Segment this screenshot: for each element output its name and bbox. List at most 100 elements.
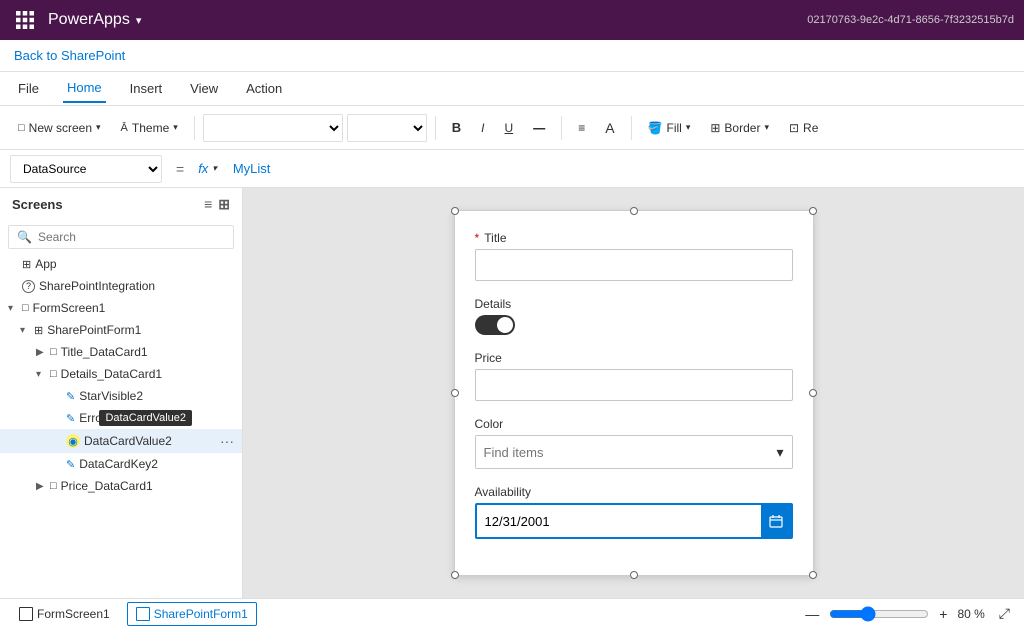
tree-item-formscreen1[interactable]: ▾ □ FormScreen1 xyxy=(0,297,242,319)
price-input[interactable] xyxy=(475,369,793,401)
color-field: Color ▾ xyxy=(475,417,793,469)
tree-item-datacardkey2[interactable]: ✎ DataCardKey2 xyxy=(0,453,242,475)
tree-item-title-datacard1[interactable]: ▶ □ Title_DataCard1 xyxy=(0,341,242,363)
zoom-controls: — + 80 % ⤢ xyxy=(801,603,1014,624)
menu-file[interactable]: File xyxy=(14,75,43,102)
reorder-button[interactable]: ⊡ Re xyxy=(781,112,826,144)
new-screen-icon: □ xyxy=(18,122,25,134)
details-toggle[interactable] xyxy=(475,315,515,335)
menu-view[interactable]: View xyxy=(186,75,222,102)
handle-top-left[interactable] xyxy=(451,207,459,215)
handle-bot-left[interactable] xyxy=(451,571,459,579)
fx-button[interactable]: fx ▾ xyxy=(198,161,217,176)
equals-sign: = xyxy=(170,161,190,177)
tree-item-datacardvalue2[interactable]: ◉ DataCardValue2 ··· xyxy=(0,429,242,453)
new-screen-chevron-icon: ▾ xyxy=(96,122,101,133)
app-name: PowerApps ▾ xyxy=(48,11,141,29)
status-tab-sharepointform1[interactable]: SharePointForm1 xyxy=(127,602,257,626)
divider-4 xyxy=(631,116,632,140)
handle-mid-right[interactable] xyxy=(809,389,817,397)
fill-icon: 🪣 xyxy=(648,121,663,135)
errormessage-icon: ✎ xyxy=(66,412,75,425)
zoom-out-button[interactable]: — xyxy=(801,604,823,624)
search-input[interactable] xyxy=(38,230,225,244)
italic-button[interactable]: I xyxy=(473,112,492,144)
title-field: * Title xyxy=(475,231,793,281)
divider-1 xyxy=(194,116,195,140)
title-datacard1-icon: □ xyxy=(50,346,57,358)
availability-field: Availability xyxy=(475,485,793,539)
formscreen1-chevron-icon[interactable]: ▾ xyxy=(8,303,18,314)
availability-label: Availability xyxy=(475,485,793,499)
menu-bar: File Home Insert View Action xyxy=(0,72,1024,106)
price-datacard1-chevron-icon[interactable]: ▶ xyxy=(36,481,46,492)
form-canvas: * Title Details Price xyxy=(454,210,814,576)
menu-insert[interactable]: Insert xyxy=(126,75,167,102)
datacardkey2-icon: ✎ xyxy=(66,458,75,471)
handle-bot-center[interactable] xyxy=(630,571,638,579)
app-chevron-icon[interactable]: ▾ xyxy=(136,14,142,27)
tree-item-details-datacard1[interactable]: ▾ □ Details_DataCard1 xyxy=(0,363,242,385)
search-box: 🔍 xyxy=(8,225,234,249)
font-size-select[interactable] xyxy=(347,114,427,142)
handle-bot-right[interactable] xyxy=(809,571,817,579)
canvas-area: * Title Details Price xyxy=(243,188,1024,598)
handle-top-right[interactable] xyxy=(809,207,817,215)
date-input[interactable] xyxy=(477,505,761,537)
formula-input[interactable] xyxy=(225,159,1014,178)
menu-action[interactable]: Action xyxy=(242,75,286,102)
status-tab-formscreen1[interactable]: FormScreen1 xyxy=(10,602,119,626)
tree-item-errormessage[interactable]: ✎ ErrorM... DataCardValue2 xyxy=(0,407,242,429)
toggle-thumb xyxy=(497,317,513,333)
sharepoint-integration-icon: ? xyxy=(22,280,35,293)
color-dropdown-icon[interactable]: ▾ xyxy=(768,444,791,461)
grid-view-icon[interactable]: ⊞ xyxy=(218,196,230,213)
formula-bar: DataSource = fx ▾ xyxy=(0,150,1024,188)
app-grid-button[interactable] xyxy=(10,5,40,35)
screens-header: Screens ≡ ⊞ xyxy=(0,188,242,221)
title-input[interactable] xyxy=(475,249,793,281)
formula-property-select[interactable]: DataSource xyxy=(11,156,161,182)
underline-button[interactable]: U xyxy=(497,112,522,144)
datacardvalue2-icon: ◉ xyxy=(66,434,80,448)
strikethrough-button[interactable]: — xyxy=(525,112,553,144)
price-field: Price xyxy=(475,351,793,401)
bold-button[interactable]: B xyxy=(444,112,469,144)
zoom-in-button[interactable]: + xyxy=(935,604,951,624)
color-select-container[interactable]: ▾ xyxy=(475,435,793,469)
details-toggle-container xyxy=(475,315,793,335)
app-icon: ⊞ xyxy=(22,258,31,271)
back-to-sharepoint-link[interactable]: Back to SharePoint xyxy=(14,48,125,63)
color-select-input[interactable] xyxy=(476,436,769,468)
sharepointform1-chevron-icon[interactable]: ▾ xyxy=(20,325,30,336)
details-datacard1-chevron-icon[interactable]: ▾ xyxy=(36,369,46,380)
fx-label: fx xyxy=(198,161,208,176)
tree-item-app[interactable]: ⊞ App xyxy=(0,253,242,275)
menu-home[interactable]: Home xyxy=(63,74,106,103)
calendar-icon-button[interactable] xyxy=(761,505,791,537)
formscreen1-icon: □ xyxy=(22,302,29,314)
align-center-button[interactable]: A xyxy=(597,112,622,144)
tree-item-starvisible2[interactable]: ✎ StarVisible2 xyxy=(0,385,242,407)
main-content: Screens ≡ ⊞ 🔍 ⊞ App ? SharePointIntegrat… xyxy=(0,188,1024,598)
font-family-select[interactable] xyxy=(203,114,343,142)
theme-button[interactable]: Ā Theme ▾ xyxy=(113,112,186,144)
zoom-slider[interactable] xyxy=(829,606,929,622)
tree-item-sharepointform1[interactable]: ▾ ⊞ SharePointForm1 xyxy=(0,319,242,341)
starvisible2-icon: ✎ xyxy=(66,390,75,403)
title-datacard1-chevron-icon[interactable]: ▶ xyxy=(36,347,46,358)
tree-item-price-datacard1[interactable]: ▶ □ Price_DataCard1 xyxy=(0,475,242,497)
handle-mid-left[interactable] xyxy=(451,389,459,397)
fit-screen-button[interactable]: ⤢ xyxy=(995,603,1014,624)
border-button[interactable]: ⊞ Border ▾ xyxy=(702,112,777,144)
tree-item-sharepointintegration[interactable]: ? SharePointIntegration xyxy=(0,275,242,297)
fill-button[interactable]: 🪣 Fill ▾ xyxy=(640,112,699,144)
new-screen-button[interactable]: □ New screen ▾ xyxy=(10,112,109,144)
fill-chevron-icon: ▾ xyxy=(686,122,691,133)
align-left-button[interactable]: ≡ xyxy=(570,112,593,144)
tooltip-badge: DataCardValue2 xyxy=(99,410,192,426)
list-view-icon[interactable]: ≡ xyxy=(204,196,212,213)
handle-top-center[interactable] xyxy=(630,207,638,215)
details-datacard1-icon: □ xyxy=(50,368,57,380)
more-options-icon[interactable]: ··· xyxy=(220,433,234,449)
